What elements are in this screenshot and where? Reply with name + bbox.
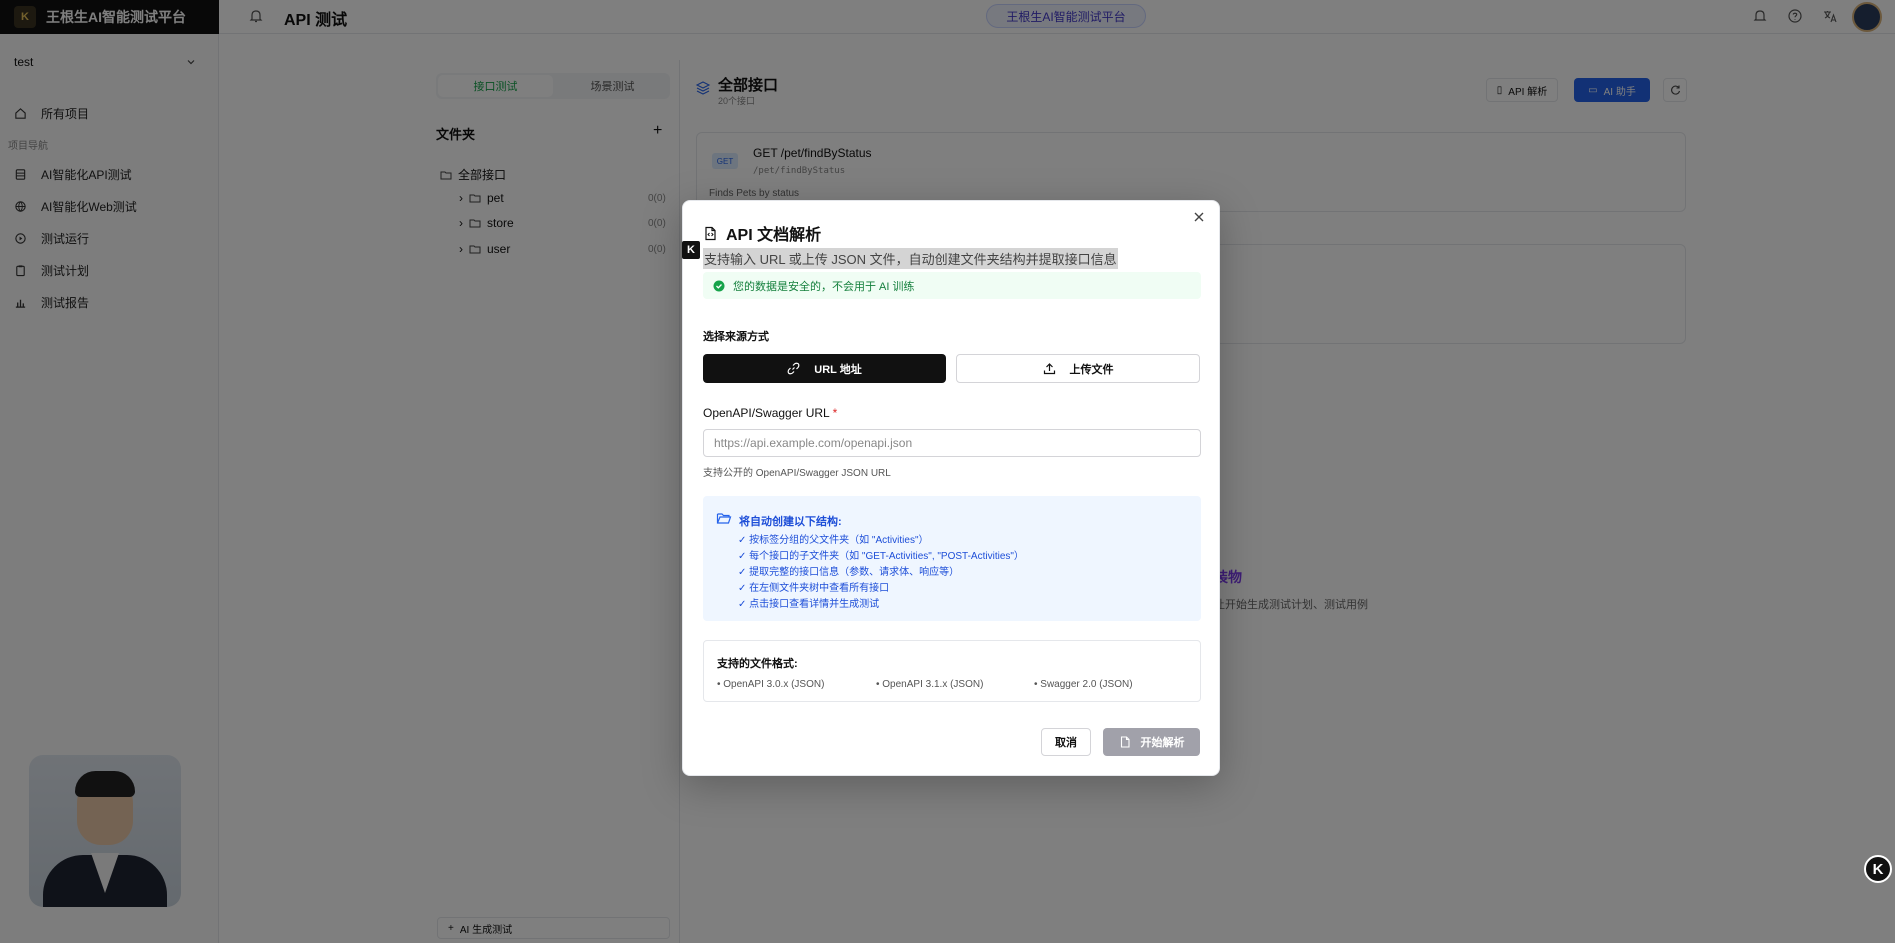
structure-item: ✓ 点击接口查看详情并生成测试 <box>738 599 880 610</box>
required-marker: * <box>832 406 838 420</box>
upload-icon <box>1043 363 1055 375</box>
url-field-label-text: OpenAPI/Swagger URL <box>703 406 830 420</box>
safety-notice-text: 您的数据是安全的，不会用于 AI 训练 <box>733 280 915 293</box>
file-icon <box>1120 736 1130 748</box>
k-marker-icon: K <box>682 241 700 259</box>
structure-item: ✓ 按标签分组的父文件夹（如 "Activities"） <box>738 535 929 546</box>
url-field-label: OpenAPI/Swagger URL * <box>703 406 837 420</box>
dialog-title-text: API 文档解析 <box>726 227 822 244</box>
floating-assistant-button[interactable]: K <box>1864 855 1892 883</box>
source-label: 选择来源方式 <box>703 331 769 343</box>
dialog-description: 支持输入 URL 或上传 JSON 文件，自动创建文件夹结构并提取接口信息 <box>703 248 1118 269</box>
dialog-title: API 文档解析 <box>703 221 821 245</box>
format-item: • OpenAPI 3.1.x (JSON) <box>876 679 984 690</box>
formats-title: 支持的文件格式: <box>717 658 798 670</box>
structure-info-box: 将自动创建以下结构: ✓ 按标签分组的父文件夹（如 "Activities"） … <box>703 496 1201 621</box>
openapi-url-input[interactable] <box>703 429 1201 457</box>
structure-item: ✓ 提取完整的接口信息（参数、请求体、响应等） <box>738 567 960 578</box>
format-item: • Swagger 2.0 (JSON) <box>1034 679 1133 690</box>
url-source-button[interactable]: URL 地址 <box>703 354 946 383</box>
structure-item: ✓ 在左侧文件夹树中查看所有接口 <box>738 583 890 594</box>
start-parse-label: 开始解析 <box>1140 737 1185 749</box>
supported-formats-box: 支持的文件格式: • OpenAPI 3.0.x (JSON) • OpenAP… <box>703 640 1201 702</box>
structure-item: ✓ 每个接口的子文件夹（如 "GET-Activities", "POST-Ac… <box>738 551 1024 562</box>
close-icon <box>1194 212 1204 222</box>
folder-open-icon <box>716 513 732 524</box>
upload-file-button[interactable]: 上传文件 <box>956 354 1200 383</box>
file-code-icon <box>705 226 716 240</box>
upload-file-label: 上传文件 <box>1069 363 1114 376</box>
safety-notice: 您的数据是安全的，不会用于 AI 训练 <box>703 272 1201 299</box>
format-item: • OpenAPI 3.0.x (JSON) <box>717 679 825 690</box>
start-parse-button[interactable]: 开始解析 <box>1103 728 1200 756</box>
api-doc-parse-dialog: API 文档解析 K 支持输入 URL 或上传 JSON 文件，自动创建文件夹结… <box>682 200 1220 776</box>
structure-title: 将自动创建以下结构: <box>739 516 842 528</box>
url-field-hint: 支持公开的 OpenAPI/Swagger JSON URL <box>703 468 891 479</box>
close-button[interactable] <box>1193 211 1205 223</box>
link-icon <box>787 362 800 375</box>
url-source-label: URL 地址 <box>814 363 862 376</box>
check-circle-icon <box>713 280 725 291</box>
cancel-button[interactable]: 取消 <box>1041 728 1091 756</box>
